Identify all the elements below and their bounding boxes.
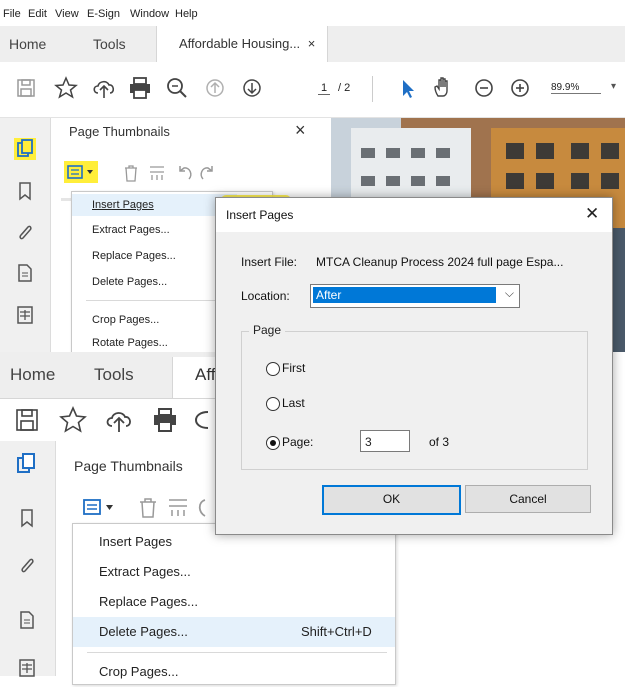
rotate-page-icon-zoomed[interactable] bbox=[166, 496, 190, 525]
radio-first-label: First bbox=[282, 361, 306, 375]
print-icon[interactable] bbox=[126, 74, 154, 102]
options-menu-button[interactable] bbox=[64, 161, 98, 183]
menu-insert-pages-label-zoomed: Insert Pages bbox=[99, 534, 172, 549]
left-rail-zoomed bbox=[0, 441, 56, 677]
page-number-input[interactable]: 1 bbox=[318, 82, 330, 95]
document-properties-icon-zoomed[interactable] bbox=[16, 609, 38, 636]
menu-file[interactable]: File bbox=[3, 8, 21, 20]
star-icon[interactable] bbox=[52, 74, 80, 102]
page-up-icon[interactable] bbox=[201, 74, 229, 102]
insert-pages-dialog: Insert Pages ✕ Insert File: MTCA Cleanup… bbox=[215, 197, 613, 535]
menu-bar: File Edit View E-Sign Window Help bbox=[0, 0, 625, 26]
layers-icon[interactable] bbox=[14, 304, 36, 326]
tab-tools-zoomed[interactable]: Tools bbox=[94, 357, 134, 393]
page-thumbnails-icon-zoomed[interactable] bbox=[14, 451, 40, 482]
page-of-total: of 3 bbox=[429, 435, 450, 449]
left-rail bbox=[0, 118, 51, 352]
zoom-search-icon[interactable] bbox=[163, 74, 191, 102]
location-selected-value: After bbox=[313, 287, 496, 303]
insert-file-value: MTCA Cleanup Process 2024 full page Espa… bbox=[316, 255, 564, 269]
zoom-out-icon[interactable] bbox=[470, 74, 498, 102]
layers-icon-zoomed[interactable] bbox=[16, 657, 38, 684]
ok-button[interactable]: OK bbox=[322, 485, 461, 515]
toolbar: 1 / 2 89.9% ▾ bbox=[0, 62, 625, 118]
tab-document-label: Affordable Housing... bbox=[179, 36, 301, 51]
dialog-title: Insert Pages bbox=[226, 208, 294, 222]
rotate-page-icon[interactable] bbox=[147, 163, 167, 188]
tab-close-icon[interactable]: × bbox=[308, 36, 316, 51]
menu-help[interactable]: Help bbox=[175, 8, 198, 20]
location-select[interactable]: After ⌵ bbox=[310, 284, 520, 308]
menu-insert-pages[interactable]: Insert Pages bbox=[72, 194, 237, 216]
menu-insert-pages-label: Insert Pages bbox=[92, 199, 154, 211]
radio-first[interactable] bbox=[266, 362, 280, 376]
panel-title-zoomed: Page Thumbnails bbox=[74, 458, 183, 474]
attachment-icon-zoomed[interactable] bbox=[16, 555, 38, 582]
delete-page-icon[interactable] bbox=[121, 163, 141, 188]
cancel-button[interactable]: Cancel bbox=[465, 485, 591, 513]
options-dropdown-menu-zoomed: Insert Pages Extract Pages... Replace Pa… bbox=[72, 523, 396, 685]
redo-rotate-icon[interactable] bbox=[197, 163, 217, 188]
menu-delete-shortcut: Shift+Ctrl+D bbox=[301, 624, 372, 639]
zoom-in-icon[interactable] bbox=[506, 74, 534, 102]
zoom-dropdown-icon[interactable]: ▾ bbox=[611, 81, 616, 92]
panel-close-icon[interactable]: × bbox=[295, 120, 306, 141]
tab-bar: Home Tools Affordable Housing... × bbox=[0, 26, 625, 63]
radio-page-label: Page: bbox=[282, 435, 314, 449]
bookmark-icon[interactable] bbox=[14, 180, 36, 202]
print-icon-zoomed[interactable] bbox=[150, 405, 180, 440]
select-cursor-icon[interactable] bbox=[393, 74, 421, 102]
page-group-label: Page bbox=[249, 323, 286, 337]
save-icon-zoomed[interactable] bbox=[12, 405, 42, 440]
delete-page-icon-zoomed[interactable] bbox=[136, 496, 160, 525]
zoom-level-input[interactable]: 89.9% bbox=[551, 82, 601, 94]
zoom-search-icon-zoomed[interactable] bbox=[192, 405, 212, 440]
radio-page[interactable] bbox=[266, 436, 280, 450]
insert-file-label: Insert File: bbox=[241, 255, 298, 269]
page-thumbnails-icon[interactable] bbox=[14, 138, 36, 160]
bookmark-icon-zoomed[interactable] bbox=[16, 507, 38, 534]
page-number-field[interactable]: 3 bbox=[360, 430, 410, 452]
chevron-down-icon: ⌵ bbox=[504, 286, 514, 300]
radio-last[interactable] bbox=[266, 397, 280, 411]
dialog-close-icon[interactable]: ✕ bbox=[585, 204, 599, 224]
menu-extract-pages-zoomed[interactable]: Extract Pages... bbox=[73, 557, 395, 587]
cloud-upload-icon-zoomed[interactable] bbox=[104, 405, 134, 440]
tab-home-zoomed[interactable]: Home bbox=[10, 357, 55, 393]
menu-separator-zoomed bbox=[87, 652, 387, 653]
location-label: Location: bbox=[241, 289, 290, 303]
menu-crop-pages-zoomed[interactable]: Crop Pages... bbox=[73, 657, 395, 687]
save-icon[interactable] bbox=[12, 74, 40, 102]
star-icon-zoomed[interactable] bbox=[58, 405, 88, 440]
tab-home[interactable]: Home bbox=[9, 26, 46, 62]
menu-replace-pages-zoomed[interactable]: Replace Pages... bbox=[73, 587, 395, 617]
document-properties-icon[interactable] bbox=[14, 262, 36, 284]
options-menu-button-zoomed[interactable] bbox=[81, 495, 121, 526]
menu-window[interactable]: Window bbox=[130, 8, 169, 20]
panel-title: Page Thumbnails bbox=[69, 124, 170, 139]
menu-esign[interactable]: E-Sign bbox=[87, 8, 120, 20]
page-total: / 2 bbox=[338, 82, 351, 94]
menu-view[interactable]: View bbox=[55, 8, 79, 20]
hand-tool-icon[interactable] bbox=[429, 74, 457, 102]
page-down-icon[interactable] bbox=[238, 74, 266, 102]
menu-edit[interactable]: Edit bbox=[28, 8, 47, 20]
undo-rotate-icon[interactable] bbox=[175, 163, 195, 188]
tab-tools[interactable]: Tools bbox=[93, 26, 126, 62]
menu-delete-pages-label-zoomed: Delete Pages... bbox=[99, 624, 188, 639]
menu-delete-pages-zoomed[interactable]: Delete Pages... Shift+Ctrl+D bbox=[73, 617, 395, 647]
toolbar-divider bbox=[372, 76, 373, 102]
undo-rotate-icon-zoomed[interactable] bbox=[196, 496, 206, 525]
dialog-titlebar: Insert Pages ✕ bbox=[216, 198, 612, 232]
tab-document[interactable]: Affordable Housing... × bbox=[156, 26, 328, 62]
cloud-upload-icon[interactable] bbox=[90, 74, 118, 102]
attachment-icon[interactable] bbox=[14, 222, 36, 244]
radio-last-label: Last bbox=[282, 396, 305, 410]
